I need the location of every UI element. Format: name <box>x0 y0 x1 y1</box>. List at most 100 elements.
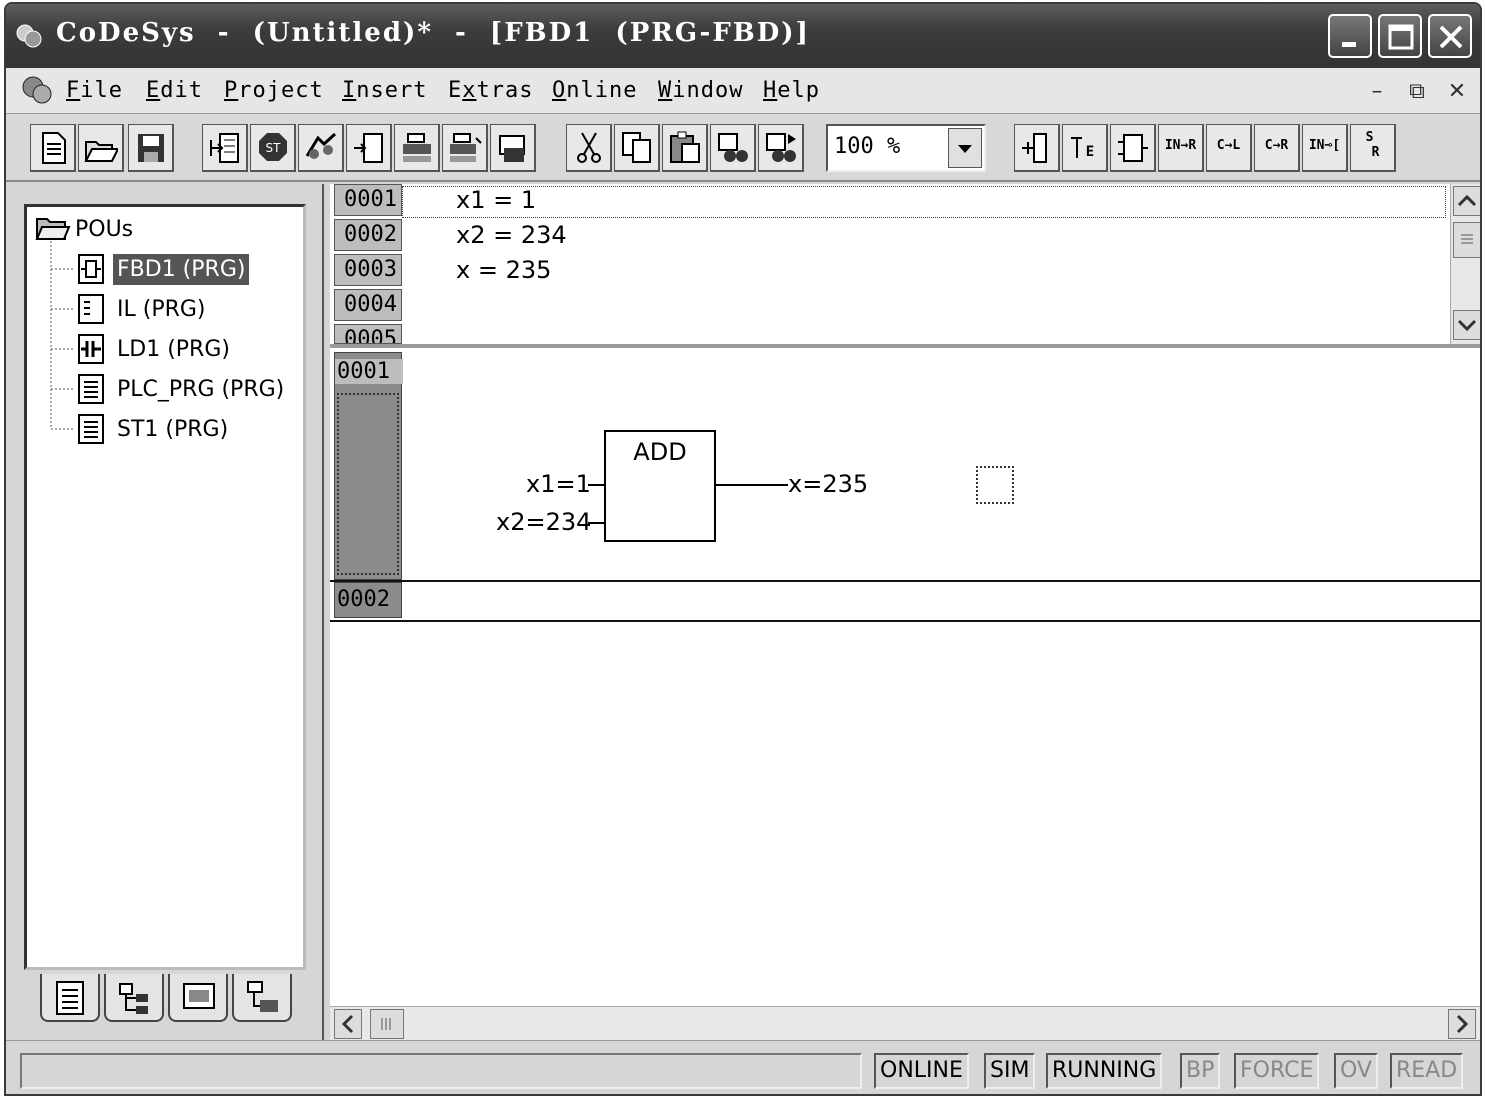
output-x[interactable]: x=235 <box>788 470 868 498</box>
tree-item-fbd1[interactable]: FBD1 (PRG) <box>27 249 307 289</box>
step-in-button[interactable] <box>346 124 392 172</box>
scroll-down-button[interactable] <box>1453 310 1480 340</box>
jump-left-button[interactable]: C→L <box>1206 124 1252 172</box>
menu-project[interactable]: Project <box>224 78 324 103</box>
grip-icon <box>1461 234 1473 244</box>
menu-bar: File Edit Project Insert Extras Online W… <box>6 68 1480 114</box>
breakpoint-button[interactable] <box>394 124 440 172</box>
menu-window[interactable]: Window <box>658 78 743 103</box>
declaration-line[interactable]: x2 = 234 <box>456 221 567 249</box>
mdi-close-button[interactable]: ✕ <box>1442 78 1472 106</box>
tree-item-plc-prg[interactable]: PLC_PRG (PRG) <box>27 369 307 409</box>
close-button[interactable] <box>1428 14 1472 58</box>
copy-button[interactable] <box>614 124 660 172</box>
insert-input-button[interactable]: E <box>1062 124 1108 172</box>
visualization-icon <box>183 983 215 1009</box>
set-reset-button[interactable]: S R <box>1350 124 1396 172</box>
ld-icon <box>78 334 104 364</box>
tab-resources[interactable] <box>232 974 292 1022</box>
menu-extras[interactable]: Extras <box>448 78 533 103</box>
menu-file[interactable]: File <box>66 78 123 103</box>
scroll-thumb[interactable] <box>1453 222 1480 258</box>
login-button[interactable] <box>202 124 248 172</box>
minimize-button[interactable] <box>1328 14 1372 58</box>
cut-button[interactable] <box>566 124 612 172</box>
app-window: CoDeSys - (Untitled)* - [FBD1 (PRG-FBD)]… <box>4 2 1482 1096</box>
line-number: 0002 <box>334 219 402 251</box>
network-1[interactable]: 0001 ADD x1=1 x2=234 x=235 <box>330 352 1480 582</box>
login-icon <box>210 133 239 163</box>
insert-network-button[interactable] <box>1014 124 1060 172</box>
network-number-bar[interactable]: 0001 <box>334 352 403 580</box>
declaration-pane[interactable]: 0001 0002 0003 0004 0005 x1 = 1 x2 = 234… <box>330 184 1480 348</box>
input-x1[interactable]: x1=1 <box>526 470 591 498</box>
menu-help[interactable]: Help <box>763 78 820 103</box>
status-bp: BP <box>1180 1053 1221 1089</box>
tree-item-ld1[interactable]: LD1 (PRG) <box>27 329 307 369</box>
il-icon <box>78 294 104 324</box>
tree-item-st1[interactable]: ST1 (PRG) <box>27 409 307 449</box>
tab-data-types[interactable] <box>104 974 164 1022</box>
toolbar: ST 100 % E IN→R C→L C→R IN⊸[S R <box>6 114 1480 182</box>
declaration-line[interactable]: x = 235 <box>456 256 551 284</box>
c-r-label: C→R <box>1264 138 1289 153</box>
input-wire-2 <box>588 522 604 524</box>
input-x2[interactable]: x2=234 <box>496 508 591 536</box>
insert-input-icon: E <box>1071 137 1094 160</box>
current-line-focus <box>402 186 1446 218</box>
insert-return-button[interactable]: IN→R <box>1158 124 1204 172</box>
run-button[interactable] <box>298 124 344 172</box>
network-number: 0001 <box>335 359 403 384</box>
paste-button[interactable] <box>662 124 708 172</box>
menu-online[interactable]: Online <box>552 78 637 103</box>
line-number: 0004 <box>334 289 402 321</box>
empty-placeholder-box[interactable] <box>976 466 1014 504</box>
inq-label: IN⊸[ <box>1308 138 1341 153</box>
horizontal-scroll-thumb[interactable] <box>370 1009 404 1039</box>
declaration-vertical-scrollbar[interactable] <box>1450 184 1480 344</box>
new-file-button[interactable] <box>30 124 76 172</box>
insert-network-icon <box>1022 133 1047 163</box>
find-button[interactable] <box>710 124 756 172</box>
status-read: READ <box>1390 1053 1464 1089</box>
zoom-dropdown-button[interactable] <box>948 128 982 168</box>
status-sim: SIM <box>984 1053 1036 1089</box>
menu-edit[interactable]: Edit <box>146 78 203 103</box>
mdi-restore-button[interactable]: ⧉ <box>1402 78 1432 106</box>
open-file-button[interactable] <box>78 124 124 172</box>
maximize-button[interactable] <box>1378 14 1422 58</box>
insert-box-icon <box>1118 134 1148 162</box>
add-function-block[interactable]: ADD <box>604 430 716 542</box>
scroll-right-button[interactable] <box>1448 1009 1476 1039</box>
write-values-button[interactable] <box>490 124 536 172</box>
editor-horizontal-scrollbar[interactable] <box>330 1006 1480 1040</box>
negate-button[interactable]: IN⊸[ <box>1302 124 1348 172</box>
scissors-icon <box>577 132 601 163</box>
stop-button[interactable]: ST <box>250 124 296 172</box>
tab-pous[interactable] <box>40 974 100 1022</box>
tree-root-pous[interactable]: POUs <box>27 209 307 249</box>
resources-icon <box>247 981 278 1012</box>
insert-box-button[interactable] <box>1110 124 1156 172</box>
line-number: 0003 <box>334 254 402 286</box>
jump-right-button[interactable]: C→R <box>1254 124 1300 172</box>
scroll-left-button[interactable] <box>334 1009 362 1039</box>
declaration-line[interactable]: x1 = 1 <box>456 186 536 214</box>
network-2-number[interactable]: 0002 <box>334 582 402 618</box>
tab-visualizations[interactable] <box>168 974 228 1022</box>
scroll-up-button[interactable] <box>1453 186 1480 216</box>
document-system-icon[interactable] <box>20 74 56 110</box>
save-button[interactable] <box>128 124 174 172</box>
fbd-editor: 0001 0002 0003 0004 0005 x1 = 1 x2 = 234… <box>330 184 1480 1040</box>
chevron-up-icon <box>1457 194 1477 207</box>
codesys-app-icon[interactable] <box>14 22 44 50</box>
tree-item-il[interactable]: IL (PRG) <box>27 289 307 329</box>
mdi-minimize-button[interactable]: – <box>1362 78 1392 106</box>
close-icon <box>1439 25 1463 49</box>
zoom-combobox[interactable]: 100 % <box>826 124 986 172</box>
menu-insert[interactable]: Insert <box>342 78 427 103</box>
find-next-button[interactable] <box>758 124 804 172</box>
sr-reset-label: R <box>1371 145 1380 160</box>
fbd-icon <box>78 254 104 284</box>
step-over-button[interactable] <box>442 124 488 172</box>
